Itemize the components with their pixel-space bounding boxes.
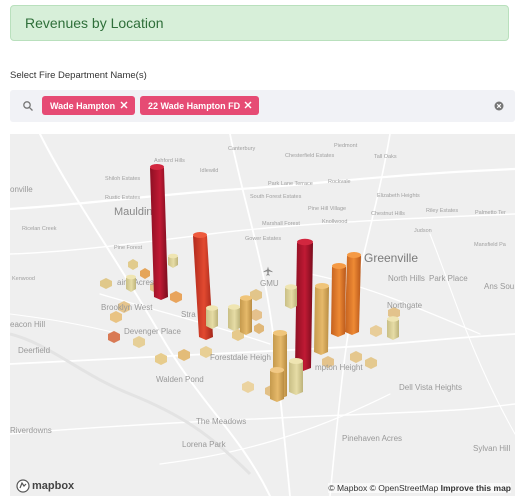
header-banner: Revenues by Location	[10, 5, 509, 41]
attribution-osm-link[interactable]: © OpenStreetMap	[370, 483, 439, 493]
chip-22-wade-hampton-fd[interactable]: 22 Wade Hampton FD	[140, 96, 259, 115]
search-icon	[23, 101, 33, 111]
close-icon[interactable]	[243, 100, 253, 110]
revenue-columns-layer	[126, 164, 399, 402]
mapbox-logo-text: mapbox	[32, 480, 75, 492]
map-attribution: © Mapbox © OpenStreetMap Improve this ma…	[328, 483, 511, 493]
revenue-map[interactable]: Canterbury Chesterfield Estates Piedmont…	[10, 134, 515, 496]
mapbox-logo-icon	[16, 479, 30, 493]
column[interactable]	[126, 274, 136, 292]
column[interactable]	[150, 164, 168, 300]
column[interactable]	[228, 304, 240, 331]
column[interactable]	[270, 367, 284, 402]
select-label: Select Fire Department Name(s)	[10, 70, 147, 81]
column[interactable]	[345, 252, 361, 335]
page-title: Revenues by Location	[25, 15, 164, 31]
column[interactable]	[314, 283, 329, 355]
attribution-mapbox-link[interactable]: © Mapbox	[328, 483, 367, 493]
column[interactable]	[387, 316, 399, 340]
column[interactable]	[331, 263, 346, 337]
page: Revenues by Location Select Fire Departm…	[0, 0, 521, 500]
column[interactable]	[295, 238, 313, 371]
column[interactable]	[240, 295, 252, 335]
improve-map-link[interactable]: Improve this map	[441, 483, 511, 493]
chip-wade-hampton[interactable]: Wade Hampton	[42, 96, 135, 115]
column[interactable]	[289, 358, 303, 395]
mapbox-logo[interactable]: mapbox	[16, 479, 74, 493]
close-icon[interactable]	[119, 100, 129, 110]
chip-label: 22 Wade Hampton FD	[148, 100, 241, 111]
chip-label: Wade Hampton	[50, 100, 116, 111]
column[interactable]	[168, 253, 178, 268]
column[interactable]	[285, 284, 297, 309]
clear-icon[interactable]	[494, 101, 504, 111]
department-multiselect[interactable]: Wade Hampton 22 Wade Hampton FD	[10, 90, 515, 122]
column[interactable]	[206, 305, 218, 329]
